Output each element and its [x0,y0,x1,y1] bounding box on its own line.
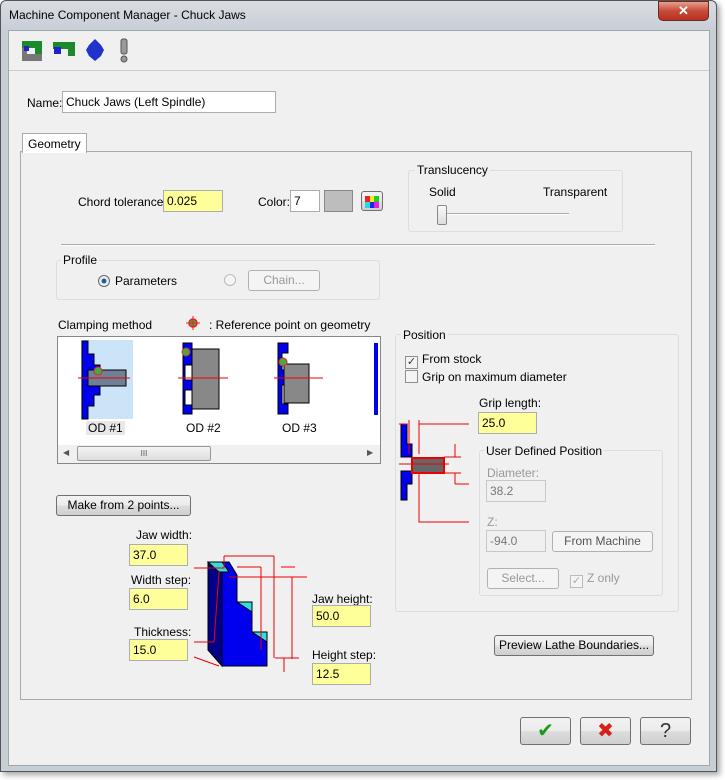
from-stock-label: From stock [422,352,482,366]
palette-icon [365,196,379,208]
horizontal-scrollbar[interactable]: ◀ III ▶ [58,445,380,463]
chain-button[interactable]: Chain... [248,270,320,291]
chord-tolerance-label: Chord tolerance: [78,195,167,209]
jaw-width-label: Jaw width: [136,528,193,542]
color-swatch [324,190,353,212]
diameter-label: Diameter: [487,466,540,480]
diameter-input[interactable]: 38.2 [486,480,546,502]
width-step-input[interactable]: 6.0 [129,588,188,610]
scroll-thumb[interactable]: III [77,446,211,461]
parameters-label: Parameters [115,274,178,288]
preview-lathe-boundaries-button[interactable]: Preview Lathe Boundaries... [494,635,654,656]
z-only-label: Z only [587,571,620,585]
chuck-jaw-icon[interactable] [21,40,43,62]
od3-thumbnail [274,342,323,415]
transparent-label: Transparent [543,185,608,199]
radio-selected-icon [98,275,110,287]
color-picker-button[interactable] [361,191,383,211]
thickness-label: Thickness: [134,625,192,639]
name-label: Name: [27,96,63,110]
scroll-left-icon[interactable]: ◀ [63,448,69,457]
clamping-item-od2[interactable]: OD #2 [186,421,221,435]
solid-label: Solid [429,185,456,199]
clamping-item-od3[interactable]: OD #3 [282,421,317,435]
from-machine-button[interactable]: From Machine [552,531,653,552]
checkbox-unchecked-icon [405,370,418,383]
reference-point-icon [186,316,200,330]
translucency-track [441,213,569,215]
user-defined-position-label: User Defined Position [484,444,605,458]
reference-note: : Reference point on geometry [209,318,371,332]
select-button[interactable]: Select... [487,568,559,589]
clamping-item-od1[interactable]: OD #1 [86,421,125,435]
grip-max-diameter-checkbox[interactable]: Grip on maximum diameter [405,370,567,384]
cancel-button[interactable]: ✖ [580,717,631,745]
od2-thumbnail [178,342,228,415]
height-step-label: Height step: [312,648,377,662]
clamping-method-label: Clamping method [58,318,153,332]
window-title: Machine Component Manager - Chuck Jaws [9,8,246,22]
warning-icon[interactable] [119,38,129,64]
parameters-radio[interactable]: Parameters [98,274,177,288]
z-only-checkbox[interactable]: ✓ Z only [570,571,620,588]
thickness-input[interactable]: 15.0 [129,639,188,661]
grip-length-input[interactable]: 25.0 [478,412,537,434]
toolbar [9,31,709,71]
clamping-method-list[interactable]: OD #1 OD #2 OD #3 ◀ III ▶ [57,336,381,464]
chord-tolerance-input[interactable]: 0.025 [163,190,223,212]
grip-length-label: Grip length: [479,396,542,410]
color-input[interactable]: 7 [290,190,320,212]
width-step-label: Width step: [131,573,192,587]
height-step-input[interactable]: 12.5 [312,663,371,685]
jaw-dimension-diagram [193,555,307,672]
scroll-right-icon[interactable]: ▶ [367,448,373,457]
from-stock-checkbox[interactable]: ✓ From stock [405,352,481,369]
dialog-window: Machine Component Manager - Chuck Jaws ✕… [0,0,717,772]
profile-label: Profile [61,253,100,267]
jaw-width-input[interactable]: 37.0 [129,544,188,566]
jaw-height-input[interactable]: 50.0 [312,605,371,627]
translucency-slider[interactable] [437,205,447,225]
checkbox-checked-icon: ✓ [405,356,418,369]
color-label: Color: [258,195,291,209]
help-button[interactable]: ? [640,717,691,745]
jaw-height-label: Jaw height: [312,592,373,606]
geometry-panel: Chord tolerance: 0.025 Color: 7 Transluc… [20,151,692,700]
z-input[interactable]: -94.0 [486,530,546,552]
checkbox-checked-icon: ✓ [570,575,583,588]
close-button[interactable]: ✕ [658,1,709,21]
translucency-label: Translucency [415,163,490,177]
divider [61,244,655,246]
od1-thumbnail [78,340,130,420]
clamping-thumbnails [78,340,378,420]
dialog-client: Name: Chuck Jaws (Left Spindle) Geometry… [8,30,710,766]
ok-button[interactable]: ✔ [520,717,571,745]
jaw-icon[interactable] [52,41,76,59]
make-from-2-points-button[interactable]: Make from 2 points... [56,495,191,516]
tab-geometry[interactable]: Geometry [22,133,87,153]
name-input[interactable]: Chuck Jaws (Left Spindle) [62,91,276,113]
grip-max-diameter-label: Grip on maximum diameter [422,370,567,384]
tailstock-icon[interactable] [84,38,106,62]
position-label: Position [401,328,448,342]
chain-radio[interactable] [224,274,236,286]
grip-position-diagram [399,420,469,523]
z-label: Z: [487,515,498,529]
